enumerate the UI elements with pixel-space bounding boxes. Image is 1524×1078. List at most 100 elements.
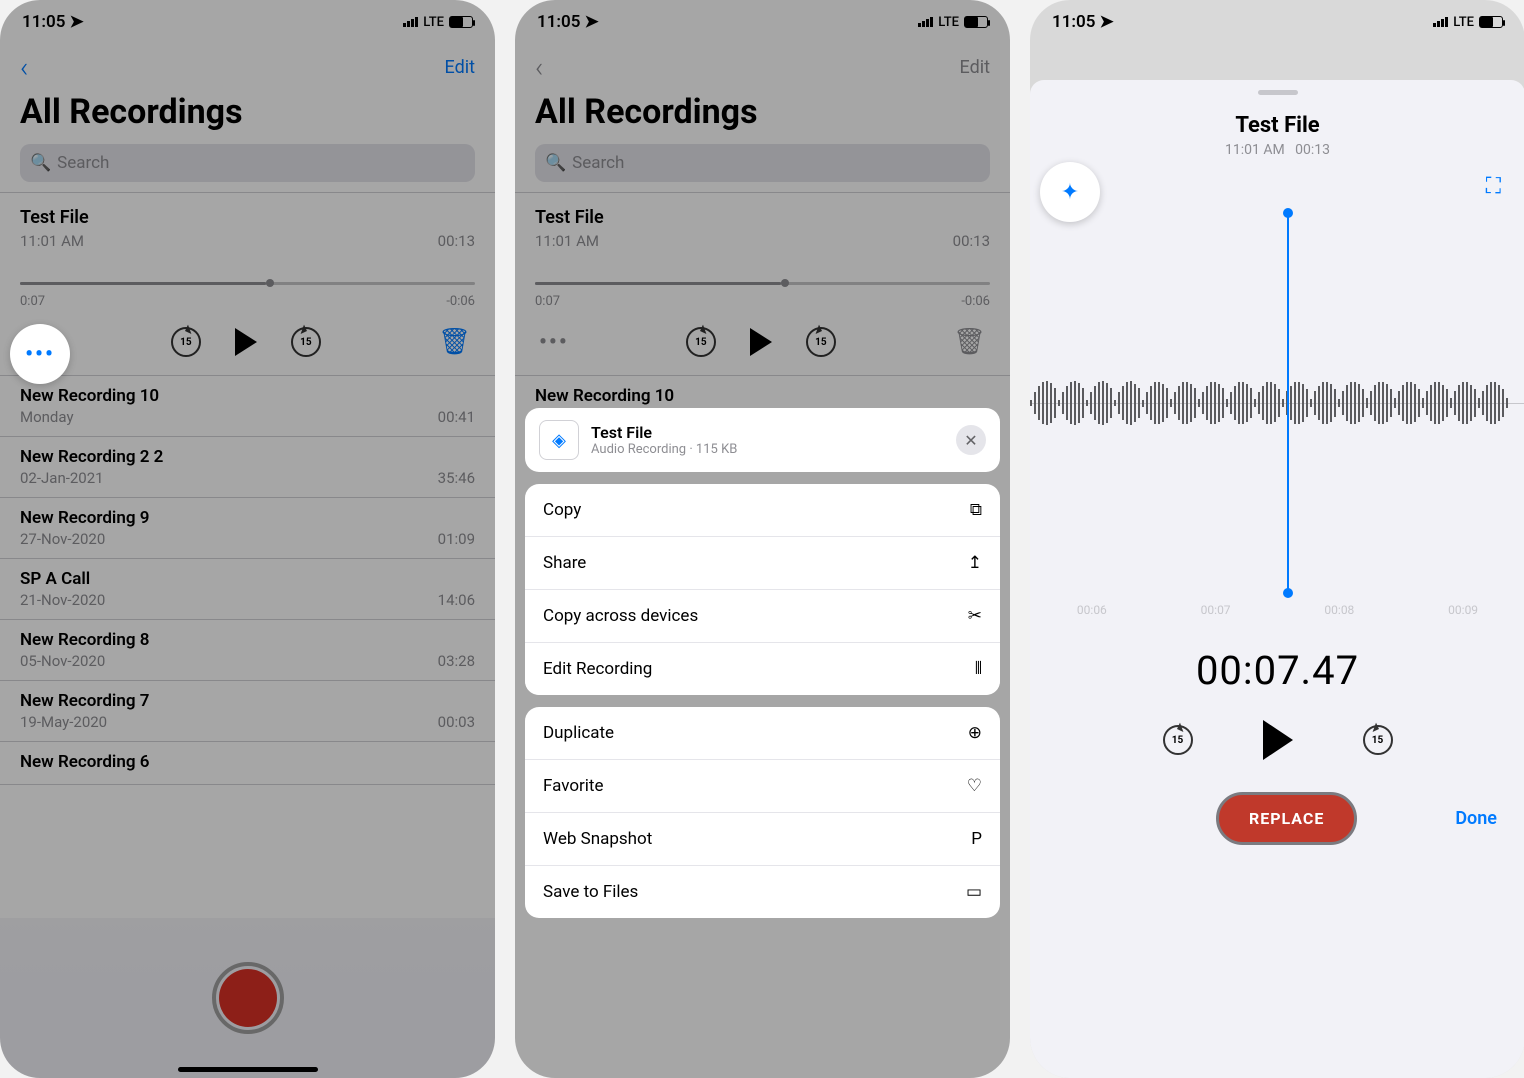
selected-subtitle: 11:01 AM	[20, 232, 84, 250]
time-ruler: 00:0600:0700:0800:09	[1030, 593, 1524, 627]
list-item[interactable]: New Recording 2 2 02-Jan-2021 35:46	[0, 437, 495, 498]
skip-back-button[interactable]: 15	[686, 327, 716, 357]
sheet-close-button[interactable]: ✕	[956, 425, 986, 455]
sheet-grabber[interactable]	[1258, 90, 1298, 95]
sheet-item-icon: ⫴	[975, 659, 982, 679]
done-button[interactable]: Done	[1455, 808, 1497, 829]
action-sheet: ◈ Test File Audio Recording · 115 KB ✕ C…	[525, 408, 1000, 918]
selected-subtitle: 11:01 AM	[535, 232, 599, 250]
editor-title: Test File	[1030, 113, 1524, 138]
nav-bar: ‹ Edit	[515, 44, 1010, 88]
replace-button[interactable]: REPLACE	[1216, 792, 1357, 845]
sparkle-icon: ✦	[1061, 180, 1079, 205]
selected-duration: 00:13	[438, 232, 475, 250]
skip-back-button[interactable]: 15	[1163, 725, 1193, 755]
sheet-item-label: Edit Recording	[543, 659, 652, 679]
list-item[interactable]: New Recording 7 19-May-2020 00:03	[0, 681, 495, 742]
sheet-item-icon: ▭	[966, 882, 982, 902]
selected-recording[interactable]: Test File 11:01 AM 00:13 0:07 -0:06 ••• …	[0, 193, 495, 375]
list-item-dur: 35:46	[438, 469, 475, 487]
skip-forward-button[interactable]: 15	[1363, 725, 1393, 755]
status-time: 11:05	[537, 12, 580, 32]
status-time: 11:05	[22, 12, 65, 32]
highlight-enhance: ✦	[1040, 162, 1100, 222]
ruler-tick: 00:09	[1448, 603, 1478, 617]
more-button[interactable]: •••	[539, 330, 569, 355]
sheet-item-icon: ♡	[967, 776, 982, 796]
play-button[interactable]	[235, 328, 257, 356]
sheet-item-label: Copy across devices	[543, 606, 698, 626]
list-item-name: New Recording 6	[20, 752, 475, 772]
sheet-file-meta: Audio Recording · 115 KB	[591, 442, 737, 457]
record-button[interactable]	[212, 962, 284, 1034]
network-label: LTE	[938, 15, 959, 30]
back-button[interactable]: ‹	[535, 51, 543, 84]
list-item[interactable]: New Recording 8 05-Nov-2020 03:28	[0, 620, 495, 681]
skip-back-button[interactable]: 15	[171, 327, 201, 357]
screenshot-2: 11:05 ➤ LTE ‹ Edit All Recordings 🔍 Sear…	[515, 0, 1010, 1078]
dots-icon: •••	[25, 342, 55, 367]
list-item-dur: 00:41	[438, 408, 475, 426]
sheet-header: ◈ Test File Audio Recording · 115 KB ✕	[525, 408, 1000, 472]
list-item[interactable]: New Recording 10 Monday 00:41	[0, 376, 495, 437]
screenshot-3: 11:05 ➤ LTE Test File 11:01 AM 00:13 ✦ ⛶	[1030, 0, 1524, 1078]
location-icon: ➤	[1099, 12, 1113, 32]
skip-forward-button[interactable]: 15	[806, 327, 836, 357]
nav-bar: ‹ Edit	[0, 44, 495, 88]
list-item[interactable]: SP A Call 21-Nov-2020 14:06	[0, 559, 495, 620]
sheet-item-favorite[interactable]: Favorite ♡	[525, 760, 1000, 813]
sheet-header-label: New Recording 10	[535, 386, 990, 406]
selected-name: Test File	[20, 207, 475, 228]
sheet-item-duplicate[interactable]: Duplicate ⊕	[525, 707, 1000, 760]
list-row-header: New Recording 10	[515, 376, 1010, 408]
page-title: All Recordings	[0, 88, 495, 140]
play-button[interactable]	[1263, 720, 1293, 760]
ruler-tick: 00:06	[1077, 603, 1107, 617]
list-item-dur: 03:28	[438, 652, 475, 670]
waveform[interactable]	[1030, 213, 1524, 593]
delete-button[interactable]: 🗑	[438, 327, 471, 357]
sheet-item-label: Copy	[543, 500, 581, 520]
list-item-sub: 27-Nov-2020	[20, 530, 105, 548]
home-indicator[interactable]	[178, 1067, 318, 1072]
list-item-name: New Recording 7	[20, 691, 475, 711]
delete-button[interactable]: 🗑	[953, 327, 986, 357]
back-button[interactable]: ‹	[20, 51, 28, 84]
skip-forward-button[interactable]: 15	[291, 327, 321, 357]
edit-button[interactable]: Edit	[445, 57, 475, 78]
play-button[interactable]	[750, 328, 772, 356]
list-item[interactable]: New Recording 9 27-Nov-2020 01:09	[0, 498, 495, 559]
sheet-item-save-to-files[interactable]: Save to Files ▭	[525, 866, 1000, 918]
trim-button[interactable]: ⛶	[1486, 174, 1501, 199]
status-time: 11:05	[1052, 12, 1095, 32]
search-input[interactable]: 🔍 Search	[535, 144, 990, 182]
sheet-item-edit-recording[interactable]: Edit Recording ⫴	[525, 643, 1000, 695]
sheet-item-copy[interactable]: Copy ⧉	[525, 484, 1000, 537]
scrubber[interactable]	[20, 276, 475, 290]
sheet-item-web-snapshot[interactable]: Web Snapshot P	[525, 813, 1000, 866]
screenshot-1: 11:05 ➤ LTE ‹ Edit All Recordings 🔍 Sear…	[0, 0, 495, 1078]
sheet-item-share[interactable]: Share ↥	[525, 537, 1000, 590]
sheet-item-icon: P	[971, 829, 982, 849]
sheet-item-icon: ↥	[968, 553, 982, 573]
sheet-item-copy-across-devices[interactable]: Copy across devices ✂	[525, 590, 1000, 643]
selected-recording[interactable]: Test File 11:01 AM 00:13 0:07 -0:06 ••• …	[515, 193, 1010, 375]
list-item-sub: 02-Jan-2021	[20, 469, 104, 487]
selected-name: Test File	[535, 207, 990, 228]
edit-button[interactable]: Edit	[960, 57, 990, 78]
search-placeholder: Search	[57, 153, 109, 173]
sheet-item-label: Save to Files	[543, 882, 638, 902]
battery-icon	[964, 16, 988, 28]
list-item[interactable]: New Recording 6	[0, 742, 495, 785]
search-icon: 🔍	[30, 153, 51, 173]
search-placeholder: Search	[572, 153, 624, 173]
sheet-item-label: Duplicate	[543, 723, 614, 743]
editor-sub-dur: 00:13	[1295, 142, 1330, 158]
sheet-item-icon: ⧉	[970, 500, 982, 520]
scrubber[interactable]	[535, 276, 990, 290]
status-bar: 11:05 ➤ LTE	[0, 0, 495, 44]
status-bar: 11:05 ➤ LTE	[515, 0, 1010, 44]
list-item-name: New Recording 8	[20, 630, 475, 650]
search-input[interactable]: 🔍 Search	[20, 144, 475, 182]
list-item-name: New Recording 10	[20, 386, 475, 406]
